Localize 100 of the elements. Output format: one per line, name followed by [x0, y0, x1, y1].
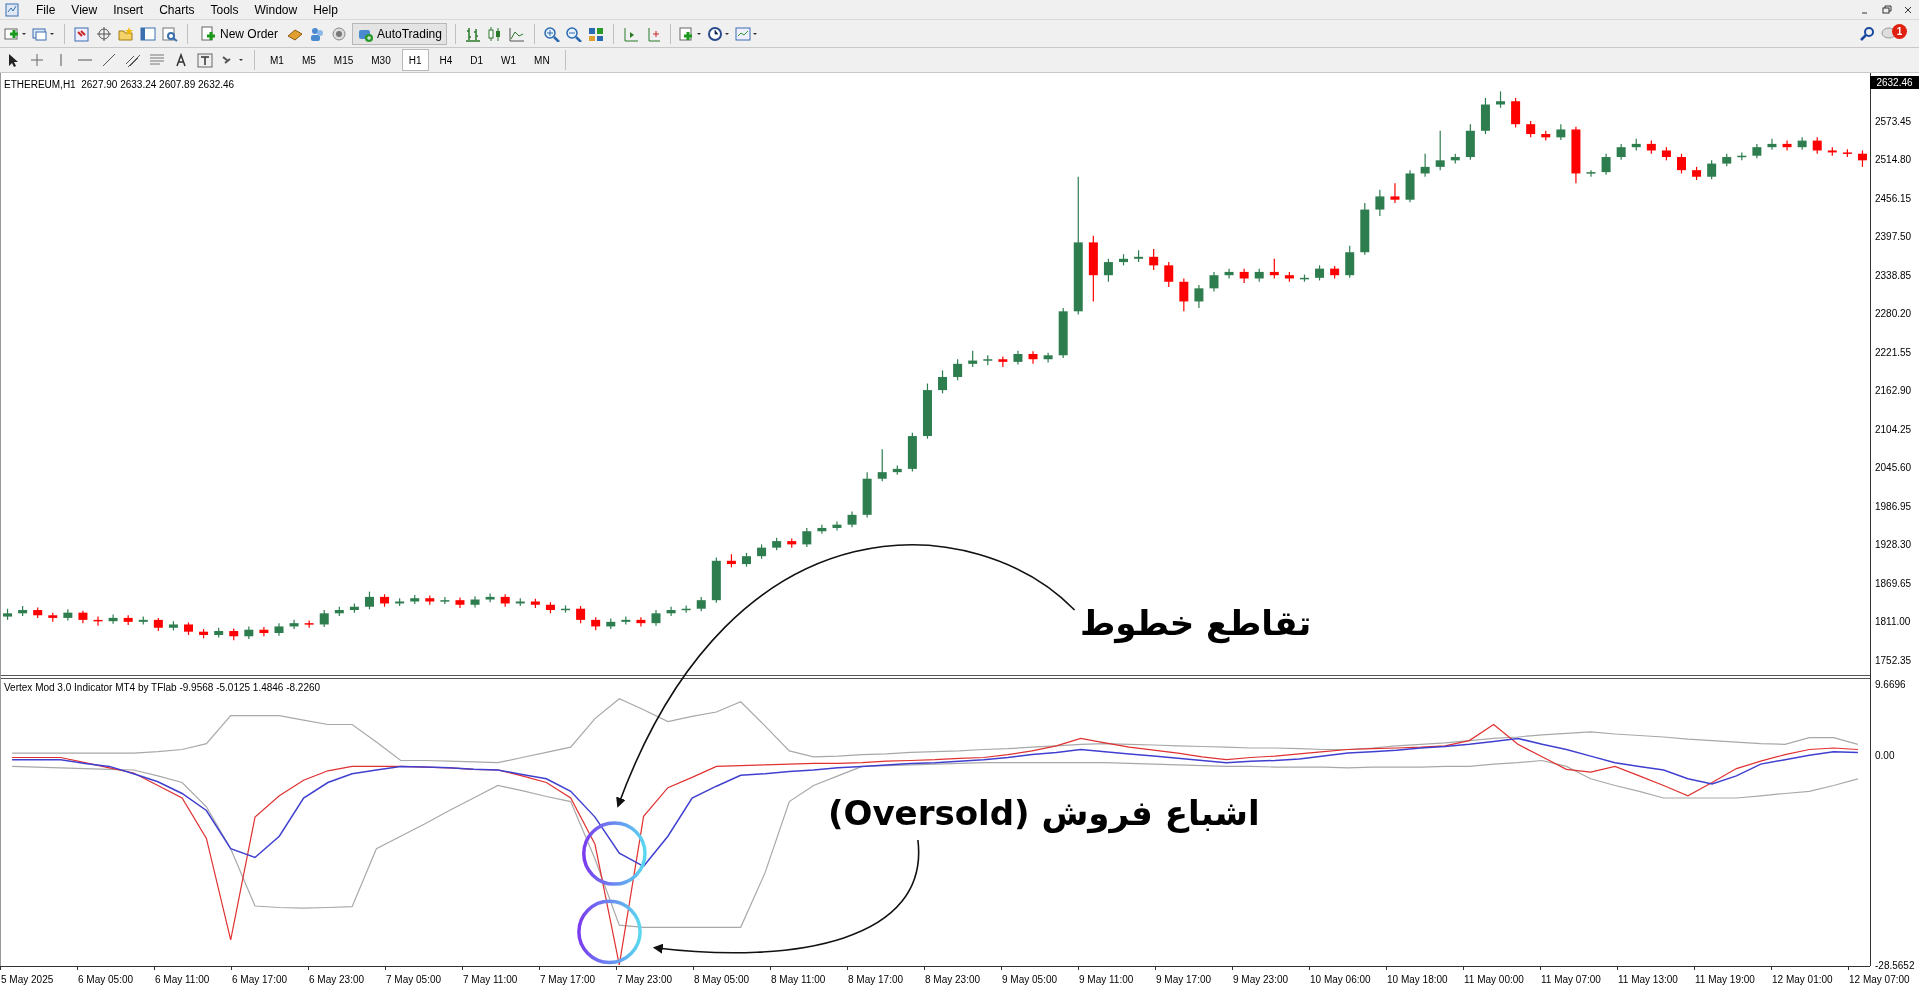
candlestick: [953, 358, 963, 381]
tile-windows-icon[interactable]: [586, 25, 605, 42]
search-icon[interactable]: [1859, 25, 1877, 42]
panel-icon[interactable]: [139, 25, 157, 42]
candlestick: [304, 619, 314, 629]
chart-shift-icon[interactable]: [621, 25, 640, 42]
windows-icon[interactable]: [32, 25, 56, 42]
candlestick: [425, 595, 435, 606]
price-label: 1986.95: [1875, 500, 1912, 513]
add-chart-icon[interactable]: [4, 25, 28, 42]
time-label: 11 May 13:00: [1618, 974, 1678, 986]
time-label: 6 May 17:00: [232, 974, 288, 986]
bar-chart-icon[interactable]: [463, 25, 482, 42]
menu-item[interactable]: Tools: [202, 0, 247, 19]
candlestick: [907, 432, 917, 473]
signal-icon[interactable]: [330, 25, 348, 42]
menu-item[interactable]: Insert: [105, 0, 152, 19]
candlestick: [576, 605, 586, 624]
candlestick: [1103, 258, 1113, 283]
candlestick: [108, 614, 118, 625]
candlestick: [1767, 138, 1777, 151]
tester-icon[interactable]: [161, 25, 179, 42]
new-order-button[interactable]: New Order: [196, 22, 282, 45]
candlestick: [561, 604, 570, 614]
menu-item[interactable]: Window: [246, 0, 306, 19]
candlestick: [1646, 140, 1656, 155]
candlestick: [1435, 130, 1445, 171]
candlestick: [1088, 235, 1098, 303]
autotrading-button[interactable]: AutoTrading: [352, 22, 447, 45]
candlestick: [802, 527, 812, 548]
people-icon[interactable]: [308, 25, 326, 42]
candlestick: [214, 627, 224, 639]
candlestick: [1827, 146, 1837, 157]
candlestick: [1330, 265, 1340, 280]
timeframe-button[interactable]: H4: [432, 49, 460, 71]
timeframe-button[interactable]: D1: [463, 49, 491, 71]
time-label: 11 May 19:00: [1695, 974, 1755, 986]
timeframe-button[interactable]: M1: [263, 49, 291, 71]
menu-item[interactable]: Help: [305, 0, 346, 19]
price-label: 1928.30: [1875, 539, 1912, 552]
candlestick: [244, 625, 254, 640]
candlestick: [485, 593, 495, 603]
candlestick: [1420, 153, 1430, 178]
menu-item[interactable]: Charts: [151, 0, 203, 19]
time-label: 12 May 01:00: [1772, 974, 1833, 986]
plus-document-icon: [200, 25, 216, 42]
timeframe-button[interactable]: M30: [364, 49, 398, 71]
candlestick: [1842, 148, 1852, 158]
candlestick: [1707, 159, 1717, 180]
candlestick: [334, 606, 344, 617]
price-label: 2104.25: [1875, 423, 1912, 436]
candlestick: [515, 597, 525, 607]
zoom-out-icon[interactable]: [564, 25, 583, 42]
candlestick: [289, 619, 299, 630]
annotation-text: تقاطع خطوط: [1080, 602, 1312, 646]
timeframe-button[interactable]: MN: [527, 49, 557, 71]
candlestick: [1058, 307, 1068, 359]
timeframe-button[interactable]: H1: [401, 49, 429, 71]
crosshair-icon[interactable]: [95, 25, 113, 42]
candlestick: [983, 354, 993, 366]
candlestick: [138, 616, 148, 626]
candlestick: [787, 537, 797, 549]
candlestick: [1375, 189, 1385, 217]
candlestick: [636, 616, 646, 628]
time-label: 11 May 07:00: [1541, 974, 1601, 986]
timeframe-button[interactable]: W1: [494, 49, 524, 71]
candlestick: [847, 510, 857, 528]
axis-tick-label: 0.00: [1875, 750, 1895, 763]
candlestick: [1134, 249, 1144, 263]
menu-item[interactable]: View: [63, 0, 106, 19]
line-chart-icon[interactable]: [507, 25, 526, 42]
price-label: 1811.00: [1875, 616, 1911, 629]
timeframe-button[interactable]: M5: [294, 49, 323, 71]
add-indicator-icon[interactable]: [678, 25, 703, 42]
candlestick: [1345, 245, 1355, 279]
axis-tick-label: -28.5652: [1875, 960, 1915, 972]
candlestick: [3, 608, 13, 621]
candlestick: [651, 609, 661, 627]
price-label: 2573.45: [1875, 115, 1912, 128]
menu-item[interactable]: File: [28, 0, 64, 19]
candlestick: [1194, 284, 1204, 309]
candlestick: [1300, 273, 1309, 283]
candlestick: [1857, 149, 1867, 168]
candlestick: [199, 628, 209, 639]
candlestick: [1526, 120, 1536, 138]
clock-icon[interactable]: [706, 25, 731, 42]
candlestick: [500, 593, 510, 608]
text-label-icon[interactable]: [196, 52, 216, 68]
time-label: 9 May 05:00: [1002, 974, 1058, 986]
time-label: 7 May 23:00: [617, 974, 673, 986]
market-watch-icon[interactable]: [73, 25, 91, 42]
candlestick: [18, 605, 28, 617]
candlestick: [1541, 130, 1551, 142]
candlestick: [1677, 153, 1686, 175]
zoom-in-icon[interactable]: [542, 25, 561, 42]
candlestick: [1496, 90, 1505, 109]
price-label: 2397.50: [1875, 231, 1912, 244]
time-label: 12 May 07:00: [1849, 974, 1910, 986]
timeframe-button[interactable]: M15: [326, 49, 361, 71]
folder-star-icon[interactable]: [117, 25, 135, 42]
